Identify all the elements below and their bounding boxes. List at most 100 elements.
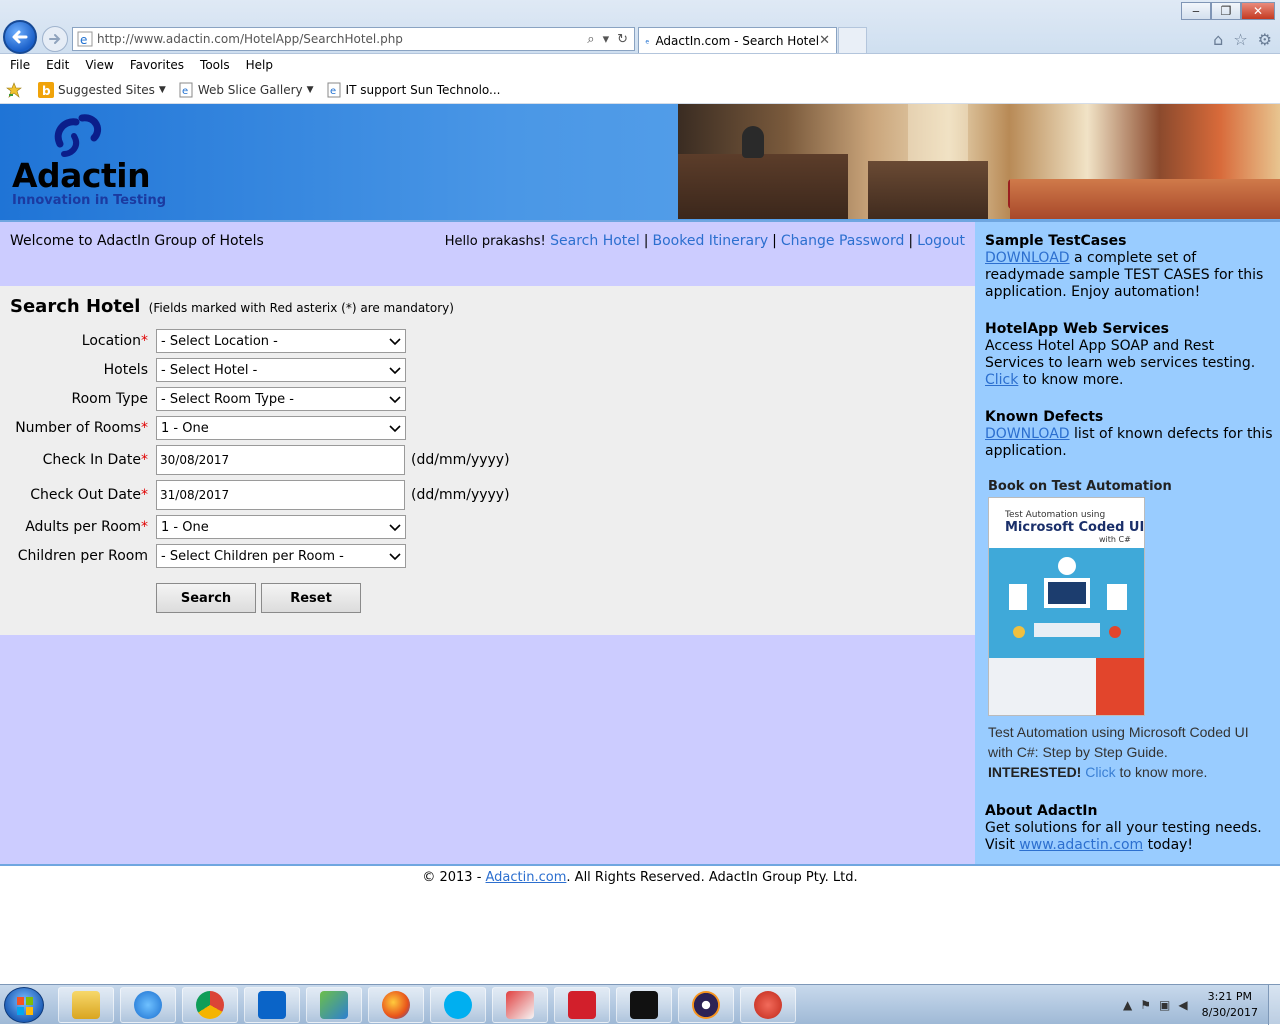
- home-icon[interactable]: ⌂: [1213, 30, 1223, 49]
- taskbar-chrome[interactable]: [182, 987, 238, 1023]
- snipping-tool-icon: [506, 991, 534, 1019]
- checkin-date-input[interactable]: 30/08/2017: [156, 445, 405, 475]
- web-services-click-link[interactable]: Click: [985, 372, 1018, 388]
- about-heading: About AdactIn: [985, 803, 1098, 819]
- action-center-flag-icon[interactable]: ⚑: [1140, 998, 1151, 1012]
- taskbar-command-prompt[interactable]: [616, 987, 672, 1023]
- arrow-right-icon: [49, 34, 61, 44]
- back-button[interactable]: [3, 20, 37, 54]
- site-header: Adactin Innovation in Testing: [0, 104, 1280, 220]
- taskbar-outlook[interactable]: [244, 987, 300, 1023]
- clock[interactable]: 3:21 PM 8/30/2017: [1202, 989, 1258, 1021]
- link-search-hotel[interactable]: Search Hotel: [550, 233, 640, 249]
- favorites-star-add[interactable]: [6, 81, 26, 98]
- refresh-icon[interactable]: ↻: [617, 32, 628, 47]
- fav-it-support[interactable]: e IT support Sun Technolo...: [326, 82, 501, 98]
- about-text: Get solutions for all your testing needs…: [985, 820, 1262, 853]
- adactin-website-link[interactable]: www.adactin.com: [1019, 837, 1143, 853]
- minimize-button[interactable]: ‒: [1181, 2, 1211, 20]
- dropdown-icon[interactable]: ▾: [603, 32, 610, 47]
- fav-web-slice-gallery[interactable]: e Web Slice Gallery ▼: [178, 82, 314, 98]
- browser-toolbar-icons: ⌂ ☆ ⚙: [1213, 30, 1272, 49]
- start-button[interactable]: [4, 987, 44, 1023]
- adults-select[interactable]: 1 - One: [156, 515, 406, 539]
- add-favorite-icon: [6, 81, 22, 98]
- children-select[interactable]: - Select Children per Room -: [156, 544, 406, 568]
- checkout-date-input[interactable]: 31/08/2017: [156, 480, 405, 510]
- location-label: Location*: [81, 333, 148, 349]
- close-tab-icon[interactable]: ✕: [819, 33, 830, 48]
- known-defects-heading: Known Defects: [985, 409, 1104, 425]
- chevron-down-icon: [389, 425, 401, 433]
- taskbar-internet-explorer[interactable]: [120, 987, 176, 1023]
- reset-button[interactable]: Reset: [261, 583, 361, 613]
- taskbar-skype[interactable]: [430, 987, 486, 1023]
- close-window-button[interactable]: ✕: [1241, 2, 1275, 20]
- search-icon[interactable]: ⌕: [587, 32, 594, 47]
- taskbar: ▲ ⚑ ▣ ◀ 3:21 PM 8/30/2017: [0, 984, 1280, 1025]
- room-type-select[interactable]: - Select Room Type -: [156, 387, 406, 411]
- link-logout[interactable]: Logout: [917, 233, 965, 249]
- bing-icon: b: [38, 81, 54, 98]
- restore-button[interactable]: ❐: [1211, 2, 1241, 20]
- fav-suggested-sites[interactable]: b Suggested Sites ▼: [38, 81, 166, 98]
- page-title: Search Hotel (Fields marked with Red ast…: [10, 296, 454, 317]
- rooms-select[interactable]: 1 - One: [156, 416, 406, 440]
- adults-label: Adults per Room*: [25, 519, 148, 535]
- mandatory-note: (Fields marked with Red asterix (*) are …: [148, 301, 454, 315]
- footer-adactin-link[interactable]: Adactin.com: [486, 870, 567, 885]
- link-change-password[interactable]: Change Password: [781, 233, 904, 249]
- hotels-select[interactable]: - Select Hotel -: [156, 358, 406, 382]
- taskbar-eclipse[interactable]: [678, 987, 734, 1023]
- outlook-icon: [258, 991, 286, 1019]
- address-bar[interactable]: e http://www.adactin.com/HotelApp/Search…: [72, 27, 635, 51]
- svg-text:e: e: [330, 86, 336, 97]
- network-icon[interactable]: ▣: [1159, 998, 1170, 1012]
- menu-file[interactable]: File: [10, 58, 30, 72]
- favorites-star-icon[interactable]: ☆: [1233, 30, 1247, 49]
- book-cover-image[interactable]: Test Automation using Microsoft Coded UI…: [988, 497, 1145, 716]
- url-text[interactable]: http://www.adactin.com/HotelApp/SearchHo…: [97, 32, 587, 46]
- menu-help[interactable]: Help: [246, 58, 273, 72]
- hello-user: Hello prakashs!: [444, 234, 546, 249]
- search-button[interactable]: Search: [156, 583, 256, 613]
- taskbar-network-app[interactable]: [306, 987, 362, 1023]
- children-label: Children per Room: [17, 548, 148, 564]
- taskbar-file-explorer[interactable]: [58, 987, 114, 1023]
- book-heading: Book on Test Automation: [988, 479, 1172, 494]
- checkin-label: Check In Date*: [42, 452, 148, 468]
- link-booked-itinerary[interactable]: Booked Itinerary: [653, 233, 769, 249]
- menu-tools[interactable]: Tools: [200, 58, 230, 72]
- firefox-icon: [382, 991, 410, 1019]
- volume-icon[interactable]: ◀: [1178, 998, 1187, 1012]
- hotels-label: Hotels: [103, 362, 148, 378]
- rsa-icon: [568, 991, 596, 1019]
- file-explorer-icon: [72, 991, 100, 1019]
- new-tab-button[interactable]: [838, 27, 867, 53]
- download-defects-link[interactable]: DOWNLOAD: [985, 426, 1070, 442]
- download-testcases-link[interactable]: DOWNLOAD: [985, 250, 1070, 266]
- menu-favorites[interactable]: Favorites: [130, 58, 184, 72]
- command-prompt-icon: [630, 991, 658, 1019]
- menu-view[interactable]: View: [85, 58, 113, 72]
- chevron-down-icon: [389, 338, 401, 346]
- taskbar-error-app[interactable]: [740, 987, 796, 1023]
- taskbar-snipping-tool[interactable]: [492, 987, 548, 1023]
- menu-edit[interactable]: Edit: [46, 58, 69, 72]
- rooms-label: Number of Rooms*: [15, 420, 148, 436]
- book-click-link[interactable]: Click: [1085, 764, 1115, 780]
- gear-icon[interactable]: ⚙: [1258, 30, 1272, 49]
- forward-button[interactable]: [42, 26, 68, 52]
- arrow-left-icon: [12, 30, 28, 44]
- location-select[interactable]: - Select Location -: [156, 329, 406, 353]
- taskbar-rsa[interactable]: [554, 987, 610, 1023]
- browser-tab[interactable]: e AdactIn.com - Search Hotel ✕: [638, 27, 837, 53]
- address-tools: ⌕ ▾ ↻: [587, 32, 628, 47]
- taskbar-firefox[interactable]: [368, 987, 424, 1023]
- adactin-logo-icon[interactable]: [52, 114, 106, 158]
- chevron-down-icon: [389, 553, 401, 561]
- ie-page-icon: e: [179, 82, 193, 97]
- show-hidden-icons-icon[interactable]: ▲: [1123, 998, 1132, 1012]
- tab-title: AdactIn.com - Search Hotel: [655, 33, 820, 48]
- show-desktop-button[interactable]: [1268, 985, 1280, 1025]
